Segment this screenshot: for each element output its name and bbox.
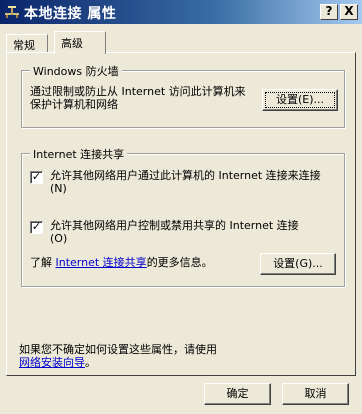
more-info-suffix: 的更多信息。 [146, 256, 213, 269]
ics-group-legend: Internet 连接共享 [30, 146, 128, 162]
firewall-group-legend: Windows 防火墙 [30, 63, 122, 79]
ics-more-info: 了解 Internet 连接共享的更多信息。 [30, 256, 260, 269]
footer-hint-end: 。 [85, 356, 96, 369]
ics-settings-button[interactable]: 设置(G)... [260, 253, 336, 275]
allow-control-checkbox[interactable]: ✓ [30, 221, 43, 234]
network-connection-icon [4, 4, 20, 20]
firewall-settings-button[interactable]: 设置(E)... [262, 89, 338, 111]
tab-general[interactable]: 常规 [6, 34, 48, 53]
allow-connect-checkbox[interactable]: ✓ [30, 171, 43, 184]
footer-hint: 如果您不确定如何设置这些属性，请使用 网络安装向导。 [19, 343, 344, 369]
title-bar: 本地连接 属性 ? X [0, 0, 362, 24]
firewall-group: Windows 防火墙 通过限制或防止从 Internet 访问此计算机来保护计… [21, 63, 345, 128]
ics-help-link[interactable]: Internet 连接共享 [56, 256, 147, 269]
close-button[interactable]: X [340, 4, 358, 20]
window-title: 本地连接 属性 [24, 6, 117, 22]
more-info-prefix: 了解 [30, 256, 56, 269]
ok-button[interactable]: 确定 [204, 383, 271, 405]
footer-hint-text: 如果您不确定如何设置这些属性，请使用 [19, 343, 217, 356]
help-button[interactable]: ? [320, 4, 338, 20]
allow-connect-label: 允许其他网络用户通过此计算机的 Internet 连接来连接(N) [50, 169, 321, 195]
tab-panel-advanced: Windows 防火墙 通过限制或防止从 Internet 访问此计算机来保护计… [6, 52, 356, 376]
firewall-description: 通过限制或防止从 Internet 访问此计算机来保护计算机和网络 [30, 85, 246, 111]
network-setup-wizard-link[interactable]: 网络安装向导 [19, 356, 85, 369]
tab-advanced[interactable]: 高级 [54, 31, 106, 54]
allow-control-label: 允许其他网络用户控制或禁用共享的 Internet 连接(O) [50, 219, 299, 245]
ics-group: Internet 连接共享 ✓ 允许其他网络用户通过此计算机的 Internet… [21, 146, 345, 287]
cancel-button[interactable]: 取消 [282, 383, 349, 405]
